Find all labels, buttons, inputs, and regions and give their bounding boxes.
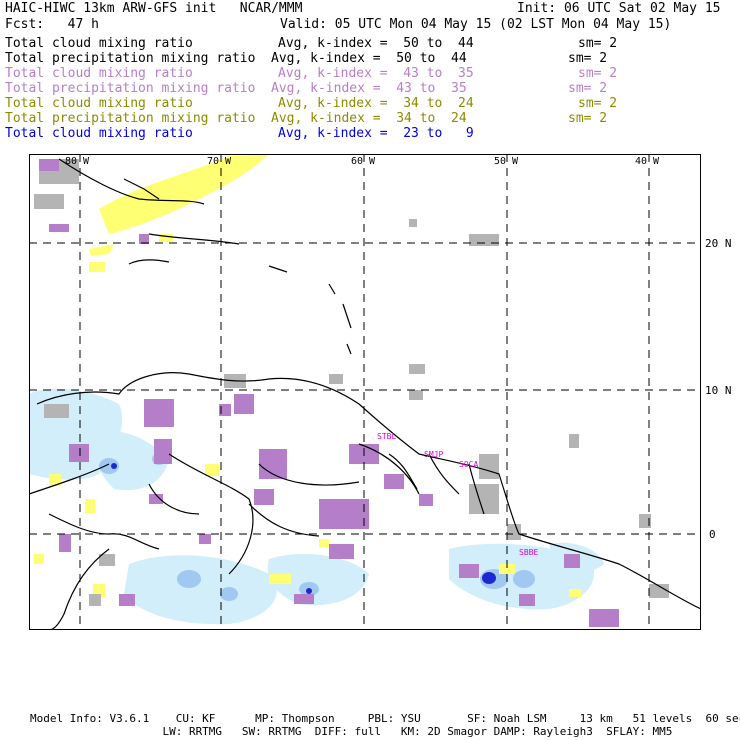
field-avg: Avg, k-index = 34 to 24 — [278, 96, 474, 111]
lon-label: 50 W — [494, 156, 519, 167]
field-name: Total precipitation mixing ratio — [5, 111, 256, 126]
field-name: Total cloud mixing ratio — [5, 36, 193, 51]
lon-label: 40 W — [635, 156, 660, 167]
field-avg: Avg, k-index = 50 to 44 — [271, 51, 467, 66]
field-smoothing: sm= 2 — [578, 36, 618, 51]
field-name: Total precipitation mixing ratio — [5, 81, 256, 96]
field-smoothing: sm= 2 — [578, 66, 618, 81]
model-info-line-2: LW: RRTMG SW: RRTMG DIFF: full KM: 2D Sm… — [30, 725, 673, 738]
field-name: Total cloud mixing ratio — [5, 126, 193, 141]
field-smoothing: sm= 2 — [568, 111, 608, 126]
init-time: Init: 06 UTC Sat 02 May 15 — [517, 1, 721, 16]
lon-label: 80 W — [65, 156, 90, 167]
map-canvas: 80 W 70 W 60 W 50 W 40 W STBL SMJP SOCA … — [28, 154, 702, 631]
station-label: SMJP — [424, 450, 443, 459]
lon-label: 60 W — [351, 156, 376, 167]
valid-time: Valid: 05 UTC Mon 04 May 15 (02 LST Mon … — [280, 17, 672, 32]
field-avg: Avg, k-index = 43 to 35 — [271, 81, 467, 96]
lat-label: 20 N — [705, 237, 732, 250]
field-avg: Avg, k-index = 43 to 35 — [278, 66, 474, 81]
field-smoothing: sm= 2 — [568, 81, 608, 96]
field-name: Total cloud mixing ratio — [5, 96, 193, 111]
field-smoothing: sm= 2 — [578, 96, 618, 111]
station-label: STBL — [377, 432, 396, 441]
field-name: Total cloud mixing ratio — [5, 66, 193, 81]
station-label: SBBE — [519, 548, 538, 557]
field-avg: Avg, k-index = 23 to 9 — [278, 126, 474, 141]
field-name: Total precipitation mixing ratio — [5, 51, 256, 66]
station-label: SOCA — [459, 460, 478, 469]
lon-label: 70 W — [207, 156, 232, 167]
lat-label: 10 N — [705, 384, 732, 397]
field-avg: Avg, k-index = 50 to 44 — [278, 36, 474, 51]
lat-label: 0 — [709, 528, 716, 541]
field-avg: Avg, k-index = 34 to 24 — [271, 111, 467, 126]
map-panel: 80 W 70 W 60 W 50 W 40 W STBL SMJP SOCA … — [28, 154, 702, 631]
model-info-line-1: Model Info: V3.6.1 CU: KF MP: Thompson P… — [30, 712, 740, 725]
field-smoothing: sm= 2 — [568, 51, 608, 66]
forecast-hour: Fcst: 47 h — [5, 17, 99, 32]
map-title: HAIC-HIWC 13km ARW-GFS init NCAR/MMM — [5, 1, 303, 16]
